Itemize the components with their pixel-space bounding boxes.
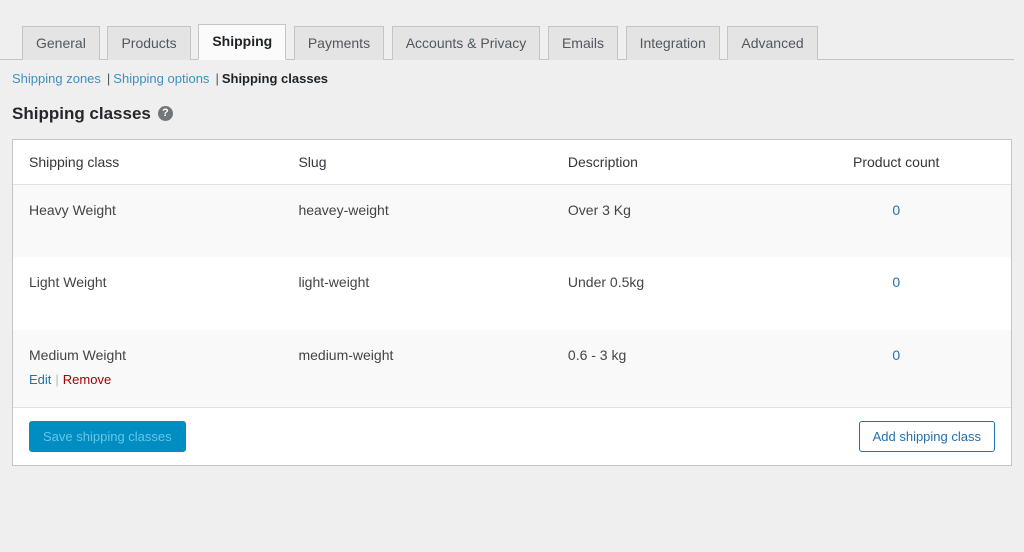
settings-tab-bar: General Products Shipping Payments Accou… <box>0 0 1014 60</box>
subnav-separator: | <box>215 70 219 86</box>
page-title: Shipping classes <box>12 103 151 123</box>
product-count-link[interactable]: 0 <box>892 274 900 290</box>
action-separator: | <box>55 372 59 388</box>
product-count-link[interactable]: 0 <box>892 202 900 218</box>
cell-slug: heavey-weight <box>298 201 389 218</box>
column-header-slug: Slug <box>282 139 552 185</box>
cell-shipping-class: Heavy Weight <box>29 201 116 218</box>
cell-shipping-class: Medium Weight Edit | Remove <box>13 330 282 407</box>
tab-advanced[interactable]: Advanced <box>727 26 818 60</box>
cell-product-count: 0 <box>781 184 1011 257</box>
subnav-shipping-zones[interactable]: Shipping zones <box>12 71 101 86</box>
tab-shipping[interactable]: Shipping <box>198 24 287 60</box>
help-icon[interactable]: ? <box>157 106 173 122</box>
edit-link[interactable]: Edit <box>29 372 51 387</box>
cell-description: 0.6 - 3 kg <box>567 347 627 364</box>
add-shipping-class-button[interactable]: Add shipping class <box>858 421 995 453</box>
subnav-separator: | <box>106 70 111 86</box>
shipping-classes-table: Shipping class Slug Description Product … <box>13 139 1011 408</box>
subnav-shipping-classes-current: Shipping classes <box>221 70 329 86</box>
tab-payments[interactable]: Payments <box>293 26 385 60</box>
tab-integration[interactable]: Integration <box>625 26 720 60</box>
table-row-light-weight[interactable]: Light Weight light-weight Under 0.5kg 0 <box>13 257 1011 330</box>
row-actions: Edit | Remove <box>29 372 266 387</box>
save-shipping-classes-button[interactable]: Save shipping classes <box>29 421 186 453</box>
cell-description: Over 3 Kg <box>567 201 631 218</box>
tab-emails[interactable]: Emails <box>547 26 618 60</box>
cell-slug: light-weight <box>298 274 370 291</box>
shipping-subnav: Shipping zones | Shipping options | Shipping… <box>12 71 1024 86</box>
column-header-shipping-class: Shipping class <box>13 139 283 185</box>
cell-product-count: 0 <box>781 257 1011 330</box>
table-row-medium-weight[interactable]: Medium Weight Edit | Remove medium-weight … <box>13 330 1011 408</box>
tab-accounts-privacy[interactable]: Accounts & Privacy <box>391 26 541 60</box>
cell-product-count: 0 <box>781 330 1011 407</box>
tab-products[interactable]: Products <box>107 26 191 60</box>
remove-link[interactable]: Remove <box>63 372 111 387</box>
column-header-product-count: Product count <box>781 139 1011 185</box>
subnav-shipping-options[interactable]: Shipping options <box>113 71 209 86</box>
table-footer: Save shipping classes Add shipping class <box>13 407 1011 466</box>
shipping-classes-table-container: Shipping class Slug Description Product … <box>12 138 1012 467</box>
column-header-description: Description <box>551 139 782 185</box>
shipping-class-name: Medium Weight <box>29 347 127 364</box>
table-row-heavy-weight[interactable]: Heavy Weight heavey-weight Over 3 Kg 0 <box>13 184 1011 258</box>
tab-general[interactable]: General <box>22 26 100 60</box>
cell-slug: medium-weight <box>298 347 394 364</box>
cell-shipping-class: Light Weight <box>29 274 107 291</box>
cell-description: Under 0.5kg <box>567 274 645 291</box>
table-header-row: Shipping class Slug Description Product … <box>13 139 1011 185</box>
product-count-link[interactable]: 0 <box>892 347 900 363</box>
